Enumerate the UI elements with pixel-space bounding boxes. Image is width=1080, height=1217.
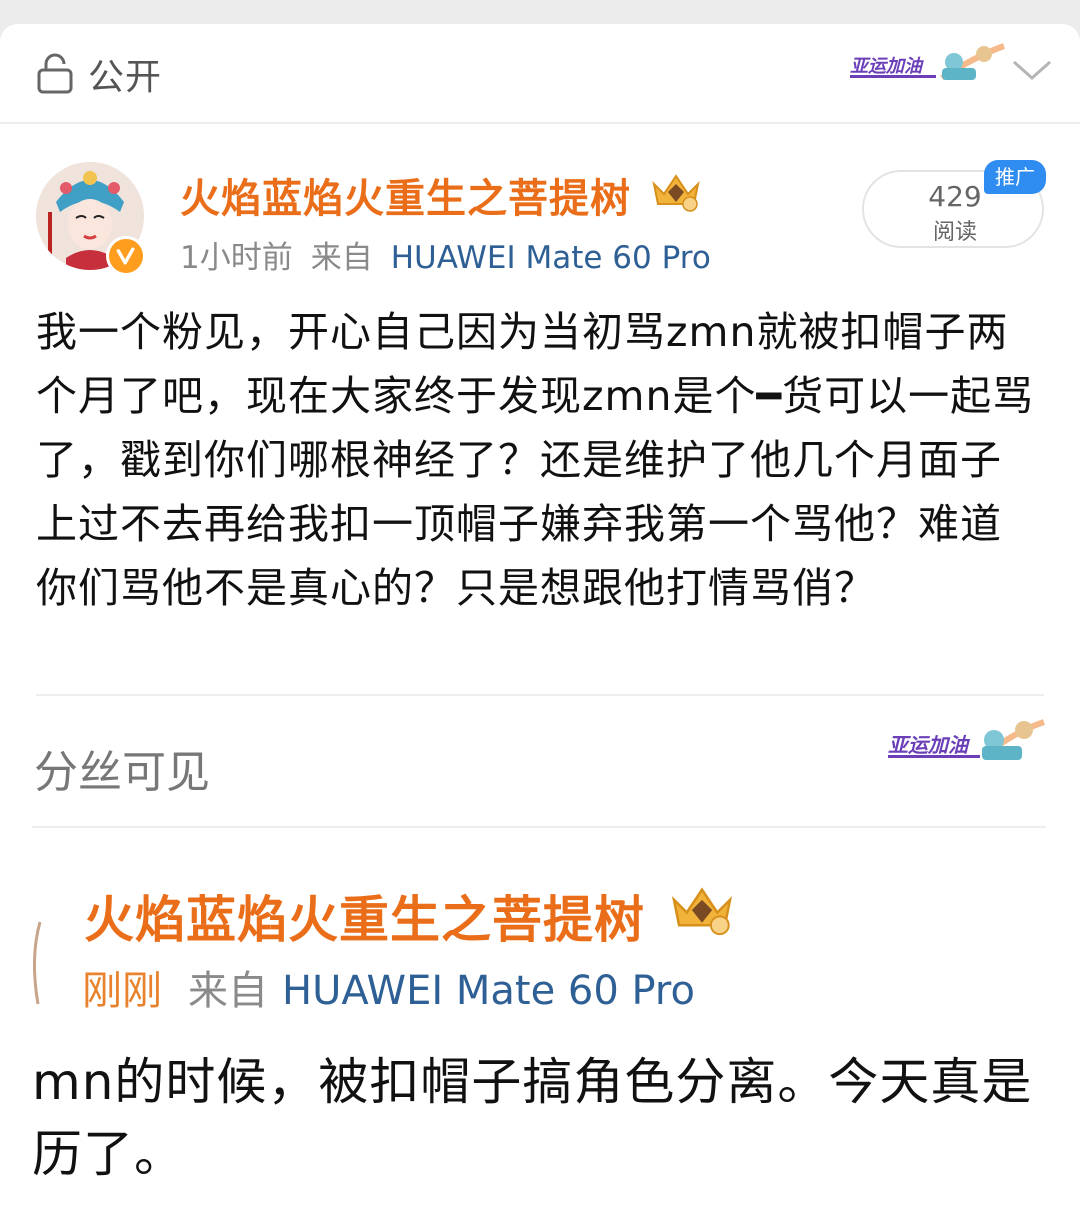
verified-icon xyxy=(106,236,146,276)
reads-label: 阅读 xyxy=(932,220,977,245)
quoted-author-name[interactable]: 火焰蓝焰火重生之菩提树 xyxy=(84,880,645,952)
quoted-from-label: 来自 xyxy=(188,968,268,1014)
asian-games-badge-text: 亚运加油 xyxy=(850,56,924,77)
crown-icon xyxy=(671,887,733,936)
quoted-time: 刚刚 xyxy=(82,968,162,1014)
device-name[interactable]: HUAWEI Mate 60 Pro xyxy=(391,240,711,276)
quoted-device-name[interactable]: HUAWEI Mate 60 Pro xyxy=(282,968,695,1014)
post-content: 我一个粉见，开心自己因为当初骂zmn就被扣帽子两个月了吧，现在大家终于发现zmn… xyxy=(36,308,1035,612)
quoted-line: mn的时候，被扣帽子搞角色分离。今天真是 xyxy=(32,1053,1033,1111)
quoted-content: mn的时候，被扣帽子搞角色分离。今天真是 历了。 xyxy=(32,1046,1046,1196)
divider xyxy=(36,694,1044,696)
from-label: 来自 xyxy=(310,240,373,276)
fans-visible-label: 分丝可见 xyxy=(34,747,210,798)
asian-games-badge: 亚运加油 xyxy=(888,719,1045,760)
divider xyxy=(32,826,1046,828)
avatar-edge xyxy=(32,921,42,1005)
asian-games-badge-text: 亚运加油 xyxy=(888,733,971,757)
post-time: 1小时前 xyxy=(180,240,293,276)
post-meta: 1小时前 来自 HUAWEI Mate 60 Pro xyxy=(180,232,711,277)
asian-games-badge: 亚运加油 xyxy=(850,43,1006,81)
quoted-meta: 刚刚 来自 HUAWEI Mate 60 Pro xyxy=(82,958,695,1016)
crown-icon xyxy=(652,174,700,212)
author-name[interactable]: 火焰蓝焰火重生之菩提树 xyxy=(180,166,631,224)
chevron-down-icon[interactable] xyxy=(1010,54,1054,84)
quoted-line: 历了。 xyxy=(32,1125,185,1183)
lock-icon xyxy=(37,53,73,94)
divider xyxy=(0,122,1080,124)
visibility-label[interactable]: 公开 xyxy=(88,48,162,100)
promote-badge[interactable]: 推广 xyxy=(984,160,1046,194)
